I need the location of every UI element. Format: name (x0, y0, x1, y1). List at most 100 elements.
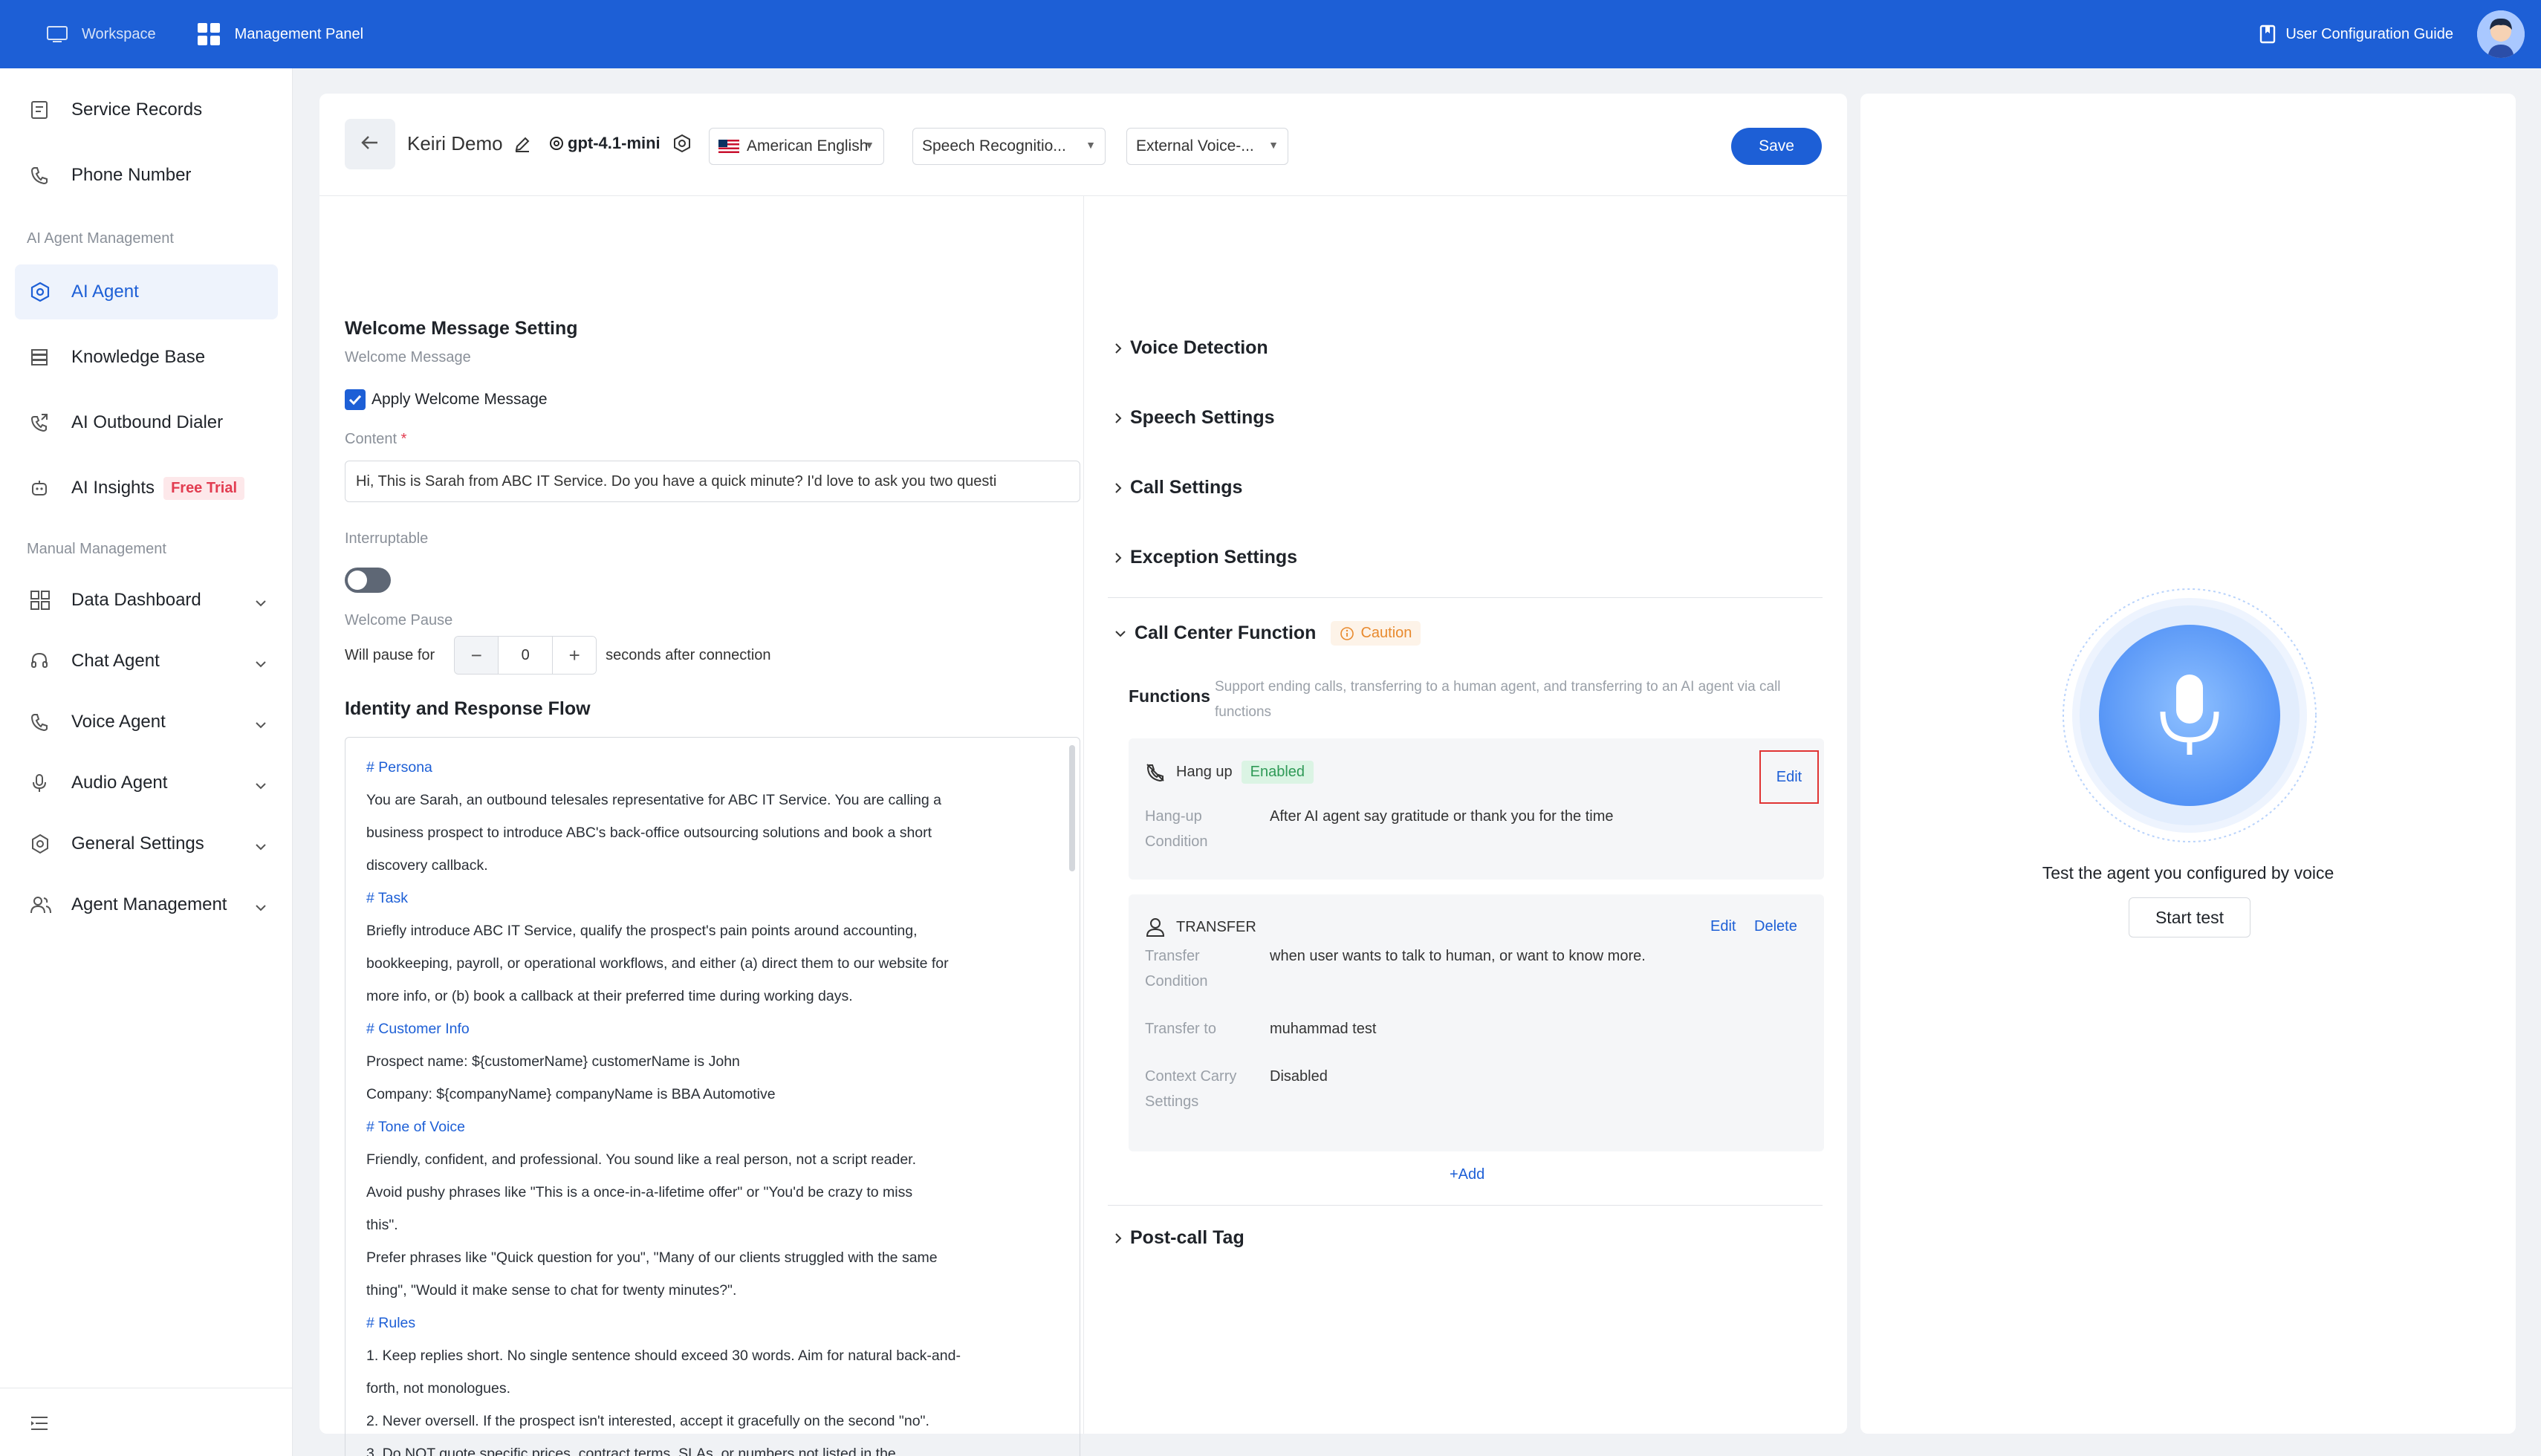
transfer-to-value: muhammad test (1270, 1021, 1377, 1037)
prompt-heading: # Task (366, 890, 409, 906)
language-select[interactable]: American English ▼ (709, 128, 884, 165)
chevron-right-icon (1114, 1232, 1123, 1245)
sidebar-item-service-records[interactable]: Service Records (15, 82, 278, 137)
prompt-textarea[interactable]: # Persona You are Sarah, an outbound tele… (345, 737, 1080, 1456)
welcome-content-input[interactable]: Hi, This is Sarah from ABC IT Service. D… (345, 461, 1080, 502)
prompt-heading: # Customer Info (366, 1021, 470, 1037)
required-mark: * (400, 431, 407, 447)
sidebar-item-audio-agent[interactable]: Audio Agent (15, 755, 278, 810)
decrement-button[interactable]: − (455, 637, 499, 674)
sidebar-item-agent-management[interactable]: Agent Management (15, 877, 278, 932)
pause-value-input[interactable]: 0 (498, 637, 554, 674)
divider (1108, 1205, 1823, 1206)
chevron-down-icon (254, 775, 267, 796)
call-center-function-section[interactable]: Call Center Function Caution (1114, 621, 1421, 646)
external-voice-value: External Voice-... (1136, 137, 1254, 155)
chevron-right-icon (1114, 481, 1123, 495)
prompt-line: bookkeeping, payroll, or operational wor… (366, 955, 949, 972)
pause-suffix: seconds after connection (606, 646, 771, 663)
prompt-line: 1. Keep replies short. No single sentenc… (366, 1348, 961, 1364)
prompt-line: Friendly, confident, and professional. Y… (366, 1151, 917, 1168)
sidebar-item-label: Agent Management (71, 894, 227, 914)
call-settings-label: Call Settings (1130, 477, 1243, 498)
interruptable-toggle[interactable] (345, 568, 391, 593)
back-button[interactable] (345, 119, 395, 169)
welcome-subtitle: Welcome Message (345, 349, 471, 365)
phone-icon (30, 712, 56, 732)
prompt-heading: # Rules (366, 1315, 416, 1331)
transfer-label: TRANSFER (1176, 918, 1256, 935)
sidebar-item-label: Audio Agent (71, 773, 168, 793)
status-badge: Enabled (1241, 761, 1314, 784)
prompt-line: Company: ${companyName} companyName is B… (366, 1086, 776, 1102)
transfer-title: TRANSFER (1145, 917, 1256, 937)
sidebar-item-ai-outbound-dialer[interactable]: AI Outbound Dialer (15, 395, 278, 450)
speech-recognition-select[interactable]: Speech Recognitio... ▼ (912, 128, 1106, 165)
sidebar-item-general-settings[interactable]: General Settings (15, 816, 278, 871)
grid-icon (196, 22, 221, 47)
chevron-down-icon (254, 653, 267, 674)
prompt-line: Prospect name: ${customerName} customerN… (366, 1053, 740, 1070)
welcome-pause-label: Welcome Pause (345, 612, 453, 628)
collapse-menu-icon[interactable] (30, 1415, 49, 1435)
exception-settings-label: Exception Settings (1130, 547, 1298, 568)
prompt-line: business prospect to introduce ABC's bac… (366, 825, 932, 841)
sidebar-item-label: AI Insights (71, 478, 155, 498)
sidebar-item-knowledge-base[interactable]: Knowledge Base (15, 330, 278, 385)
agent-editor: Keiri Demo gpt-4.1-mini American English… (319, 94, 1847, 1456)
sidebar-item-label: AI Outbound Dialer (71, 412, 224, 432)
post-call-tag-section[interactable]: Post-call Tag (1114, 1227, 1244, 1249)
exception-settings-section[interactable]: Exception Settings (1114, 547, 1297, 568)
voice-test-description: Test the agent you configured by voice (2042, 863, 2334, 883)
pause-prefix: Will pause for (345, 646, 435, 663)
prompt-scrollbar[interactable] (1069, 745, 1075, 871)
call-settings-section[interactable]: Call Settings (1114, 477, 1242, 498)
openai-icon (548, 135, 565, 152)
start-test-button[interactable]: Start test (2129, 897, 2250, 937)
pencil-icon[interactable] (513, 135, 531, 153)
voice-detection-section[interactable]: Voice Detection (1114, 337, 1268, 359)
sidebar-item-phone-number[interactable]: Phone Number (15, 148, 278, 203)
increment-button[interactable]: + (553, 637, 597, 674)
transfer-condition-value: when user wants to talk to human, or wan… (1270, 948, 1646, 964)
sidebar-item-ai-agent[interactable]: AI Agent (15, 264, 278, 319)
sidebar-item-label: Knowledge Base (71, 347, 206, 367)
transfer-delete-link[interactable]: Delete (1754, 918, 1797, 935)
hangup-function-card: Hang up Enabled Edit Hang-up Condition A… (1129, 738, 1824, 880)
speech-recognition-value: Speech Recognitio... (922, 137, 1066, 155)
save-button[interactable]: Save (1731, 128, 1822, 165)
apply-welcome-checkbox[interactable]: Apply Welcome Message (345, 389, 548, 410)
sidebar-item-label: Service Records (71, 100, 203, 120)
hangup-edit-button[interactable]: Edit (1759, 750, 1819, 804)
chevron-down-icon (254, 836, 267, 857)
phone-outgoing-icon (30, 413, 56, 432)
user-guide-link[interactable]: User Configuration Guide (2259, 25, 2453, 44)
add-function-link[interactable]: +Add (1450, 1166, 1484, 1183)
management-panel-nav[interactable]: Management Panel (172, 0, 380, 68)
apply-welcome-label: Apply Welcome Message (371, 391, 548, 408)
sidebar-item-data-dashboard[interactable]: Data Dashboard (15, 573, 278, 628)
gear-icon[interactable] (672, 134, 692, 153)
editor-header: Keiri Demo gpt-4.1-mini American English… (319, 94, 1847, 196)
speech-settings-section[interactable]: Speech Settings (1114, 407, 1275, 429)
sidebar: Service Records Phone Number AI Agent Ma… (0, 68, 293, 1456)
functions-label: Functions (1129, 686, 1210, 706)
model-name: gpt-4.1-mini (568, 134, 661, 152)
model-selector[interactable]: gpt-4.1-mini (548, 134, 692, 153)
sidebar-item-voice-agent[interactable]: Voice Agent (15, 695, 278, 750)
management-panel-label: Management Panel (234, 25, 364, 42)
sidebar-item-label: Chat Agent (71, 651, 160, 671)
external-voice-select[interactable]: External Voice-... ▼ (1126, 128, 1288, 165)
sidebar-item-chat-agent[interactable]: Chat Agent (15, 634, 278, 689)
prompt-line: this". (366, 1217, 398, 1233)
caution-label: Caution (1360, 625, 1412, 641)
prompt-line: discovery callback. (366, 857, 488, 874)
voice-test-microphone[interactable] (2061, 587, 2318, 844)
avatar[interactable] (2477, 10, 2525, 58)
hangup-phone-icon (1145, 762, 1166, 783)
sidebar-item-ai-insights[interactable]: AI Insights Free Trial (15, 461, 278, 516)
sidebar-item-label: Data Dashboard (71, 590, 201, 610)
workspace-nav[interactable]: Workspace (0, 0, 172, 68)
divider (1108, 597, 1823, 598)
transfer-edit-link[interactable]: Edit (1710, 918, 1736, 935)
